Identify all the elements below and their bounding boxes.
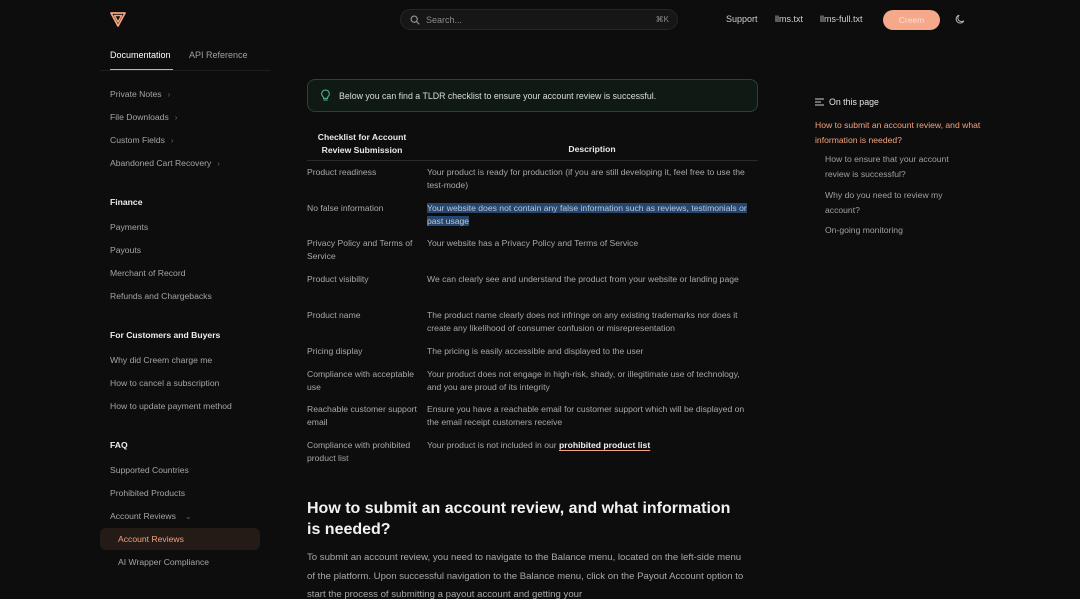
table-cell-desc: We can clearly see and understand the pr…: [427, 274, 739, 284]
chevron-right-icon: ›: [167, 89, 171, 99]
chevron-down-icon: ⌄: [184, 511, 192, 521]
sidebar-item-label: Private Notes: [110, 89, 162, 99]
sidebar-item-supported-countries[interactable]: Supported Countries: [110, 465, 189, 475]
toc-item-why-review[interactable]: Why do you need to review my account?: [825, 188, 975, 218]
llms-txt-link[interactable]: llms.txt: [775, 14, 803, 24]
table-header-description: Description: [568, 144, 616, 154]
table-header-checklist: Checklist for Account Review Submission: [317, 132, 407, 155]
table-cell-desc: Your product does not engage in high-ris…: [427, 369, 740, 392]
sidebar-heading-faq: FAQ: [110, 440, 128, 450]
support-link[interactable]: Support: [726, 14, 758, 24]
sidebar-item-payouts[interactable]: Payouts: [110, 245, 141, 255]
toc-title: On this page: [815, 97, 879, 107]
table-cell-check: Privacy Policy and Terms of Service: [307, 238, 413, 261]
creem-cta-button[interactable]: Creem: [883, 10, 940, 30]
sidebar-item-update-payment[interactable]: How to update payment method: [110, 401, 232, 411]
sidebar-item-label: Account Reviews: [110, 511, 176, 521]
table-cell-desc: Your website has a Privacy Policy and Te…: [427, 238, 639, 248]
prohibited-product-list-link[interactable]: prohibited product list: [559, 440, 650, 450]
table-cell-check: Product visibility: [307, 274, 369, 284]
sidebar-item-ai-wrapper-compliance[interactable]: AI Wrapper Compliance: [118, 557, 209, 567]
table-cell-check: Reachable customer support email: [307, 404, 417, 427]
table-cell-desc-selected: Your website does not contain any false …: [427, 202, 752, 227]
sidebar-item-refunds-chargebacks[interactable]: Refunds and Chargebacks: [110, 291, 212, 301]
chevron-right-icon: ›: [217, 158, 220, 168]
toc-title-label: On this page: [829, 97, 879, 107]
sidebar-item-custom-fields[interactable]: Custom Fields ›: [110, 135, 174, 145]
sidebar-item-label: Custom Fields: [110, 135, 165, 145]
table-header-divider: [307, 160, 758, 161]
tabs-divider: [100, 70, 270, 71]
tab-documentation[interactable]: Documentation: [110, 50, 171, 60]
tldr-callout: Below you can find a TLDR checklist to e…: [307, 79, 758, 112]
table-cell-desc: The product name clearly does not infrin…: [427, 310, 738, 333]
chevron-right-icon: ›: [174, 112, 178, 122]
sidebar-group-account-reviews[interactable]: Account Reviews ⌄: [110, 511, 192, 521]
table-cell-check: Compliance with prohibited product list: [307, 440, 411, 463]
table-cell-desc: Your product is not included in our proh…: [427, 439, 752, 452]
section-paragraph: To submit an account review, you need to…: [307, 552, 744, 599]
section-heading: How to submit an account review, and wha…: [307, 500, 731, 538]
cta-label: Creem: [898, 15, 925, 25]
sidebar-item-label: Abandoned Cart Recovery: [110, 158, 212, 168]
sidebar-item-label: File Downloads: [110, 112, 169, 122]
sidebar-item-merchant-of-record[interactable]: Merchant of Record: [110, 268, 185, 278]
top-bar: Search... ⌘K Support llms.txt llms-full.…: [0, 0, 1080, 40]
list-icon: [815, 98, 824, 106]
search-bar[interactable]: Search... ⌘K: [400, 9, 678, 30]
sidebar-item-private-notes[interactable]: Private Notes ›: [110, 89, 170, 99]
table-cell-desc: Your product is ready for production (if…: [427, 167, 745, 190]
sidebar-item-prohibited-products[interactable]: Prohibited Products: [110, 488, 185, 498]
search-shortcut: ⌘K: [655, 15, 669, 24]
creem-logo-icon[interactable]: [110, 11, 126, 27]
sidebar-item-cancel-subscription[interactable]: How to cancel a subscription: [110, 378, 219, 388]
chevron-right-icon: ›: [170, 135, 174, 145]
sidebar-item-account-reviews[interactable]: Account Reviews: [118, 534, 184, 544]
callout-text: Below you can find a TLDR checklist to e…: [339, 90, 657, 101]
llms-full-txt-link[interactable]: llms-full.txt: [820, 14, 863, 24]
sidebar-heading-customers: For Customers and Buyers: [110, 330, 221, 340]
sidebar-heading-finance: Finance: [110, 197, 143, 207]
toc-item-submit-review[interactable]: How to submit an account review, and wha…: [815, 118, 985, 148]
search-icon: [410, 15, 420, 25]
desc-text: Your product is not included in our: [427, 440, 560, 450]
table-cell-check: Product readiness: [307, 167, 377, 177]
table-cell-check: Product name: [307, 310, 361, 320]
table-cell-check: No false information: [307, 203, 384, 213]
search-placeholder: Search...: [426, 14, 463, 25]
sidebar-item-file-downloads[interactable]: File Downloads ›: [110, 112, 177, 122]
lightbulb-icon: [320, 89, 331, 102]
table-cell-desc: The pricing is easily accessible and dis…: [427, 346, 644, 356]
toc-item-ongoing-monitoring[interactable]: On-going monitoring: [825, 223, 975, 238]
sidebar-item-payments[interactable]: Payments: [110, 222, 148, 232]
selected-text: Your website does not contain any false …: [427, 203, 747, 226]
sidebar-item-why-charged[interactable]: Why did Creem charge me: [110, 355, 212, 365]
moon-icon[interactable]: [955, 14, 966, 25]
sidebar-item-abandoned-cart-recovery[interactable]: Abandoned Cart Recovery ›: [110, 158, 220, 168]
table-cell-desc: Ensure you have a reachable email for cu…: [427, 404, 745, 427]
table-cell-check: Compliance with acceptable use: [307, 369, 415, 392]
tab-api-reference[interactable]: API Reference: [189, 50, 248, 60]
toc-item-ensure-success[interactable]: How to ensure that your account review i…: [825, 152, 975, 182]
table-cell-check: Pricing display: [307, 346, 363, 356]
